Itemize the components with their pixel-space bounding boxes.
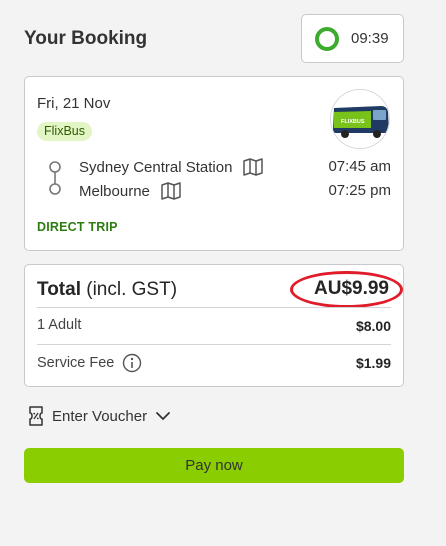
booking-timer: 09:39 — [301, 14, 404, 63]
brand-badge: FlixBus — [37, 122, 92, 141]
total-label-main: Total — [37, 279, 81, 300]
voucher-ticket-icon — [29, 406, 43, 426]
timer-text: 09:39 — [351, 30, 389, 47]
arrival-stop-name: Melbourne — [79, 182, 150, 200]
total-amount: AU$9.99 — [314, 278, 389, 299]
bus-icon: FLIXBUS — [331, 90, 389, 148]
price-line-label: 1 Adult — [37, 317, 82, 333]
info-icon[interactable] — [122, 353, 142, 373]
price-summary-card: Total (incl. GST) AU$9.99 1 Adult $8.00 … — [24, 264, 404, 387]
departure-time: 07:45 am — [328, 158, 391, 175]
countdown-ring-icon — [315, 26, 339, 51]
price-line-value: $8.00 — [355, 318, 391, 334]
bus-logo: FLIXBUS — [330, 89, 390, 149]
map-icon[interactable] — [242, 157, 264, 177]
voucher-label[interactable]: Enter Voucher — [52, 408, 147, 425]
arrival-time: 07:25 pm — [328, 182, 391, 199]
trip-type-label: DIRECT TRIP — [37, 220, 118, 234]
price-line-label: Service Fee — [37, 355, 115, 371]
arrival-stop: Melbourne — [79, 181, 182, 201]
pay-now-button[interactable]: Pay now — [24, 448, 404, 483]
trip-date: Fri, 21 Nov — [37, 95, 111, 112]
route-line-icon — [49, 161, 61, 195]
divider — [37, 344, 391, 345]
bus-logo-text: FLIXBUS — [341, 119, 365, 125]
service-fee-row: Service Fee — [37, 353, 142, 373]
divider — [37, 307, 391, 308]
chevron-down-icon[interactable] — [155, 410, 171, 422]
departure-stop-name: Sydney Central Station — [79, 158, 233, 176]
departure-stop: Sydney Central Station — [79, 157, 264, 177]
map-icon[interactable] — [160, 181, 182, 201]
total-label-suffix: (incl. GST) — [80, 279, 178, 300]
trip-summary-card: Fri, 21 Nov FlixBus FLIXBUS Sydney Centr… — [24, 76, 404, 251]
price-line-value: $1.99 — [355, 355, 391, 371]
enter-voucher-toggle[interactable]: Enter Voucher — [28, 406, 171, 426]
page-title: Your Booking — [24, 28, 148, 49]
total-label: Total (incl. GST) — [37, 279, 177, 301]
